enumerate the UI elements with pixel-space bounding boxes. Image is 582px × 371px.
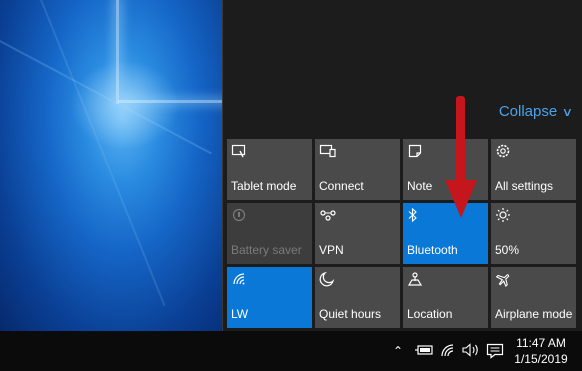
volume-icon[interactable] [462, 343, 480, 360]
connect-icon [319, 143, 396, 161]
battery-saver-icon [231, 207, 308, 225]
brightness-icon [495, 207, 572, 225]
tile-label: Airplane mode [495, 307, 573, 321]
moon-icon [319, 271, 396, 289]
tablet-mode-icon [231, 143, 308, 161]
wallpaper-light-beam [116, 0, 119, 104]
taskbar-clock[interactable]: 11:47 AM 1/15/2019 [506, 335, 576, 367]
action-center-icon[interactable] [486, 343, 504, 362]
wallpaper-light-beam [40, 0, 166, 306]
collapse-label: Collapse [498, 103, 558, 120]
tile-brightness[interactable]: 50% [491, 203, 576, 264]
tile-connect[interactable]: Connect [315, 139, 400, 200]
battery-icon[interactable] [414, 343, 434, 360]
tile-label: All settings [495, 179, 554, 193]
tile-wifi[interactable]: LW [227, 267, 312, 328]
tile-all-settings[interactable]: All settings [491, 139, 576, 200]
tile-tablet-mode[interactable]: Tablet mode [227, 139, 312, 200]
tile-battery-saver: Battery saver [227, 203, 312, 264]
wallpaper-glow [70, 60, 180, 150]
tile-label: VPN [319, 243, 344, 257]
action-center-panel: Collapse ∨ Tablet mode Connect Note All … [222, 0, 582, 331]
tile-location[interactable]: Location [403, 267, 488, 328]
tile-label: Bluetooth [407, 243, 458, 257]
tile-quiet-hours[interactable]: Quiet hours [315, 267, 400, 328]
tile-label: Connect [319, 179, 364, 193]
tile-airplane-mode[interactable]: Airplane mode [491, 267, 576, 328]
tile-label: Battery saver [231, 243, 302, 257]
tile-label: Tablet mode [231, 179, 297, 193]
clock-date: 1/15/2019 [514, 352, 568, 366]
wifi-icon[interactable] [440, 343, 456, 360]
tile-label: 50% [495, 243, 520, 257]
taskbar: ⌃ 11:47 AM 1/15/2019 [0, 331, 582, 371]
airplane-icon [495, 271, 572, 289]
vpn-icon [319, 207, 396, 225]
tile-label: Location [407, 307, 453, 321]
gear-icon [495, 143, 572, 161]
chevron-down-icon: ∨ [561, 104, 574, 119]
annotation-arrow [445, 96, 477, 218]
tile-label: Quiet hours [319, 307, 382, 321]
clock-time: 11:47 AM [516, 336, 566, 350]
tile-vpn[interactable]: VPN [315, 203, 400, 264]
wifi-icon [231, 271, 308, 289]
desktop-wallpaper [0, 0, 222, 331]
wallpaper-light-beam [118, 100, 222, 103]
chevron-up-icon[interactable]: ⌃ [393, 344, 403, 358]
location-icon [407, 271, 484, 289]
tile-label: LW [231, 307, 249, 321]
collapse-button[interactable]: Collapse ∨ [498, 103, 574, 120]
